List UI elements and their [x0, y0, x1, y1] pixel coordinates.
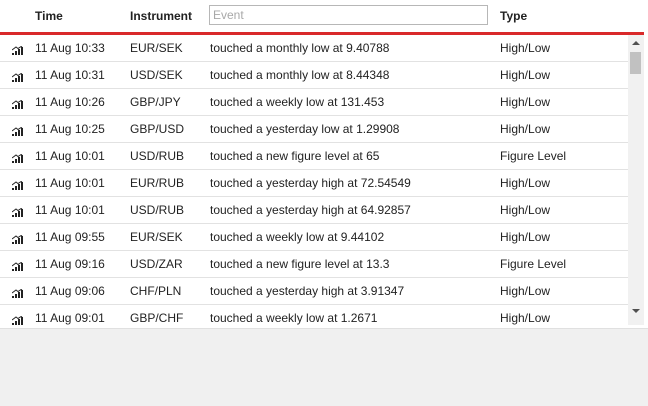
table-row[interactable]: 11 Aug 10:01 USD/RUB touched a new figure … — [0, 143, 628, 170]
row-event: touched a yesterday high at 64.92857 — [210, 203, 411, 217]
row-type: High/Low — [500, 122, 551, 136]
row-time: 11 Aug 10:01 — [35, 203, 105, 217]
row-event: touched a monthly low at 8.44348 — [210, 68, 390, 82]
table-row[interactable]: 11 Aug 09:55 EUR/SEK touched a weekly low … — [0, 224, 628, 251]
row-event: touched a new figure level at 13.3 — [210, 257, 390, 271]
events-panel: Time Instrument Type 11 Aug 10:33 EUR/SEK… — [0, 0, 648, 328]
row-instrument: GBP/CHF — [130, 311, 184, 325]
row-type: High/Low — [500, 176, 551, 190]
row-type: High/Low — [500, 284, 551, 298]
scroll-up-arrow-icon[interactable] — [628, 37, 644, 51]
row-time: 11 Aug 10:25 — [35, 122, 105, 136]
row-instrument: USD/SEK — [130, 68, 183, 82]
row-instrument: EUR/RUB — [130, 176, 185, 190]
table-row[interactable]: 11 Aug 09:16 USD/ZAR touched a new figure … — [0, 251, 628, 278]
column-header-instrument[interactable]: Instrument — [130, 9, 192, 23]
row-instrument: GBP/USD — [130, 122, 185, 136]
row-event: touched a monthly low at 9.40788 — [210, 41, 390, 55]
row-event: touched a weekly low at 9.44102 — [210, 230, 385, 244]
signal-strength-icon — [11, 152, 23, 163]
row-time: 11 Aug 10:01 — [35, 176, 105, 190]
row-instrument: EUR/SEK — [130, 41, 183, 55]
empty-area — [0, 328, 648, 406]
table-row[interactable]: 11 Aug 10:01 EUR/RUB touched a yesterday h… — [0, 170, 628, 197]
row-event: touched a new figure level at 65 — [210, 149, 380, 163]
row-type: High/Low — [500, 203, 551, 217]
row-time: 11 Aug 09:16 — [35, 257, 105, 271]
signal-strength-icon — [11, 179, 23, 190]
signal-strength-icon — [11, 260, 23, 271]
event-filter-input[interactable] — [209, 5, 488, 25]
table-row[interactable]: 11 Aug 10:31 USD/SEK touched a monthly low… — [0, 62, 628, 89]
row-time: 11 Aug 09:55 — [35, 230, 105, 244]
scrollbar-thumb[interactable] — [630, 52, 641, 74]
row-instrument: CHF/PLN — [130, 284, 182, 298]
row-time: 11 Aug 09:06 — [35, 284, 105, 298]
table-row[interactable]: 11 Aug 10:25 GBP/USD touched a yesterday l… — [0, 116, 628, 143]
row-type: Figure Level — [500, 257, 567, 271]
row-time: 11 Aug 10:26 — [35, 95, 105, 109]
table-row[interactable]: 11 Aug 10:33 EUR/SEK touched a monthly low… — [0, 35, 628, 62]
events-list[interactable]: 11 Aug 10:33 EUR/SEK touched a monthly low… — [0, 35, 628, 325]
row-time: 11 Aug 09:01 — [35, 311, 105, 325]
table-row[interactable]: 11 Aug 10:26 GBP/JPY touched a weekly low … — [0, 89, 628, 116]
row-type: High/Low — [500, 311, 551, 325]
row-type: High/Low — [500, 41, 551, 55]
signal-strength-icon — [11, 233, 23, 244]
signal-strength-icon — [11, 71, 23, 82]
table-header: Time Instrument Type — [0, 0, 648, 32]
signal-strength-icon — [11, 287, 23, 298]
signal-strength-icon — [11, 314, 23, 325]
row-instrument: USD/ZAR — [130, 257, 183, 271]
signal-strength-icon — [11, 98, 23, 109]
row-time: 11 Aug 10:33 — [35, 41, 105, 55]
vertical-scrollbar[interactable] — [628, 35, 644, 325]
row-instrument: USD/RUB — [130, 149, 185, 163]
row-type: Figure Level — [500, 149, 567, 163]
row-instrument: USD/RUB — [130, 203, 185, 217]
row-event: touched a weekly low at 1.2671 — [210, 311, 378, 325]
scroll-down-arrow-icon[interactable] — [628, 305, 644, 319]
table-row[interactable]: 11 Aug 10:01 USD/RUB touched a yesterday h… — [0, 197, 628, 224]
signal-strength-icon — [11, 44, 23, 55]
row-event: touched a yesterday low at 1.29908 — [210, 122, 400, 136]
row-time: 11 Aug 10:01 — [35, 149, 105, 163]
row-instrument: GBP/JPY — [130, 95, 181, 109]
row-type: High/Low — [500, 95, 551, 109]
signal-strength-icon — [11, 125, 23, 136]
row-time: 11 Aug 10:31 — [35, 68, 105, 82]
row-event: touched a weekly low at 131.453 — [210, 95, 385, 109]
row-event: touched a yesterday high at 3.91347 — [210, 284, 405, 298]
row-type: High/Low — [500, 230, 551, 244]
row-instrument: EUR/SEK — [130, 230, 183, 244]
table-row[interactable]: 11 Aug 09:06 CHF/PLN touched a yesterday h… — [0, 278, 628, 305]
signal-strength-icon — [11, 206, 23, 217]
column-header-type[interactable]: Type — [500, 9, 527, 23]
column-header-time[interactable]: Time — [35, 9, 63, 23]
row-event: touched a yesterday high at 72.54549 — [210, 176, 411, 190]
row-type: High/Low — [500, 68, 551, 82]
table-row[interactable]: 11 Aug 09:01 GBP/CHF touched a weekly low … — [0, 305, 628, 325]
